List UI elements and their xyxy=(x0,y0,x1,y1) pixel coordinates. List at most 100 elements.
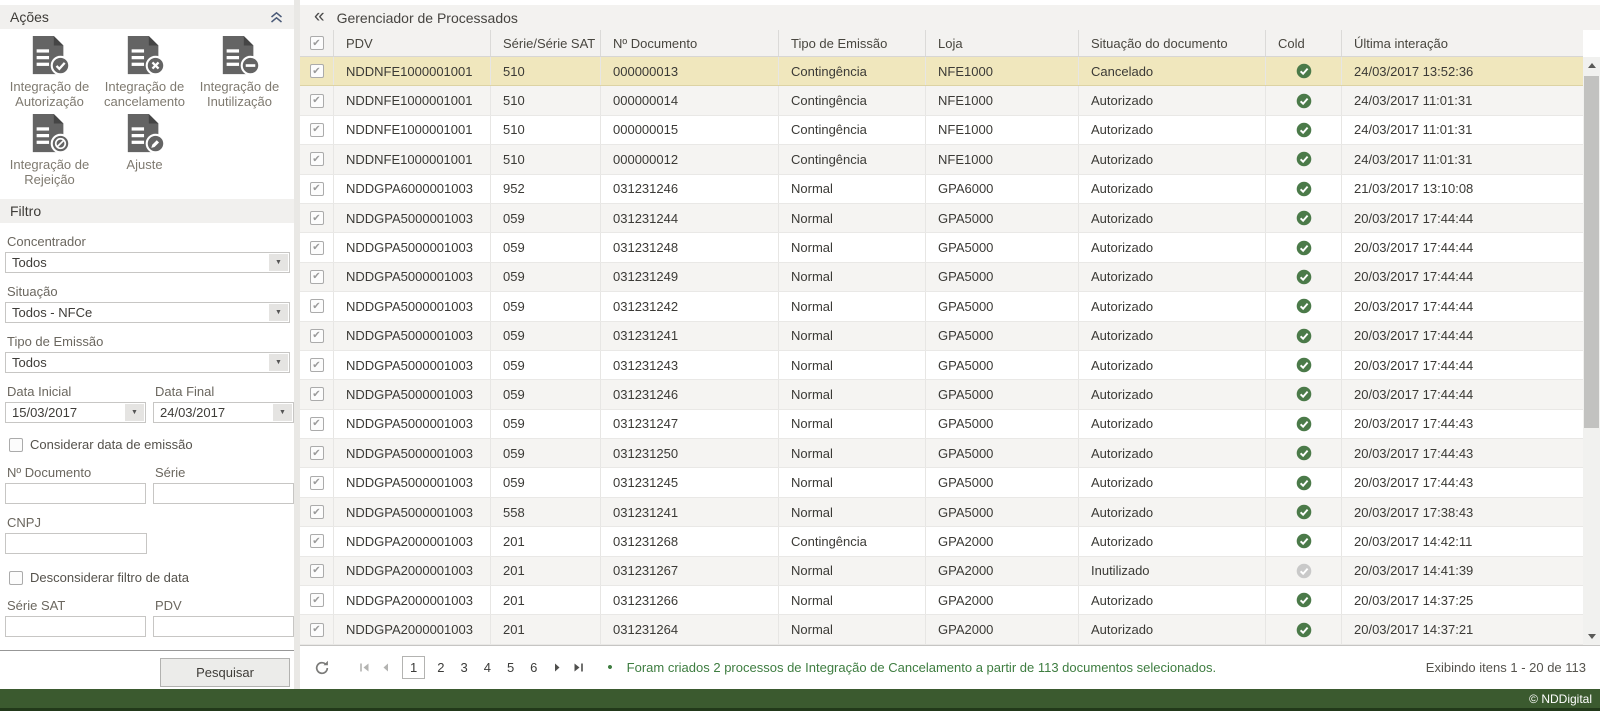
page-number-4[interactable]: 4 xyxy=(481,657,494,678)
table-row[interactable]: NDDNFE1000001001 510 000000015 Contingên… xyxy=(300,116,1583,145)
cold-check-icon xyxy=(1296,533,1312,549)
refresh-icon[interactable] xyxy=(314,660,330,676)
cnpj-input[interactable] xyxy=(5,533,147,554)
action-integracao-cancelamento[interactable]: Integração de cancelamento xyxy=(97,35,192,109)
page-number-6[interactable]: 6 xyxy=(527,657,540,678)
page-number-3[interactable]: 3 xyxy=(457,657,470,678)
table-row[interactable]: NDDGPA2000001003 201 031231267 Normal GP… xyxy=(300,557,1583,586)
row-checkbox[interactable] xyxy=(310,593,324,607)
action-integracao-autorizacao[interactable]: Integração de Autorização xyxy=(2,35,97,109)
row-checkbox[interactable] xyxy=(310,476,324,490)
filter-title: Filtro xyxy=(10,203,41,219)
pesquisar-button[interactable]: Pesquisar xyxy=(160,658,290,687)
action-ajuste[interactable]: Ajuste xyxy=(97,113,192,187)
row-checkbox[interactable] xyxy=(310,152,324,166)
action-integracao-rejeicao[interactable]: Integração de Rejeição xyxy=(2,113,97,187)
table-row[interactable]: NDDNFE1000001001 510 000000014 Contingên… xyxy=(300,86,1583,115)
first-page-icon[interactable] xyxy=(354,662,375,673)
cell-serie-sat: 059 xyxy=(490,233,600,261)
column-header-serie-sat[interactable]: Série/Série SAT xyxy=(490,30,600,56)
cell-ultima-interacao: 20/03/2017 14:37:21 xyxy=(1341,615,1583,643)
table-row[interactable]: NDDGPA2000001003 201 031231264 Normal GP… xyxy=(300,615,1583,644)
n-documento-input[interactable] xyxy=(5,483,146,504)
column-header-loja[interactable]: Loja xyxy=(925,30,1078,56)
cold-check-icon xyxy=(1296,592,1312,608)
last-page-icon[interactable] xyxy=(568,662,589,673)
table-row[interactable]: NDDGPA2000001003 201 031231266 Normal GP… xyxy=(300,586,1583,615)
filter-section-header: Filtro xyxy=(0,199,294,223)
page-number-1[interactable]: 1 xyxy=(402,656,425,679)
cell-tipo-emissao: Contingência xyxy=(778,86,925,114)
row-checkbox[interactable] xyxy=(310,329,324,343)
row-checkbox[interactable] xyxy=(310,241,324,255)
table-row[interactable]: NDDGPA5000001003 059 031231241 Normal GP… xyxy=(300,322,1583,351)
previous-page-icon[interactable] xyxy=(375,662,396,673)
table-row[interactable]: NDDGPA5000001003 059 031231248 Normal GP… xyxy=(300,233,1583,262)
table-row[interactable]: NDDGPA5000001003 059 031231242 Normal GP… xyxy=(300,292,1583,321)
next-page-icon[interactable] xyxy=(547,662,568,673)
cell-serie-sat: 510 xyxy=(490,145,600,173)
column-header-n-documento[interactable]: Nº Documento xyxy=(600,30,778,56)
row-checkbox[interactable] xyxy=(310,387,324,401)
row-checkbox[interactable] xyxy=(310,446,324,460)
table-row[interactable]: NDDGPA5000001003 059 031231247 Normal GP… xyxy=(300,410,1583,439)
column-header-pdv[interactable]: PDV xyxy=(333,30,490,56)
cell-loja: GPA5000 xyxy=(925,322,1078,350)
scroll-up-icon[interactable] xyxy=(1583,57,1600,74)
row-checkbox[interactable] xyxy=(310,299,324,313)
serie-sat-label: Série SAT xyxy=(7,598,146,613)
cell-ultima-interacao: 20/03/2017 14:37:25 xyxy=(1341,586,1583,614)
collapse-up-icon[interactable] xyxy=(269,11,284,24)
page-number-5[interactable]: 5 xyxy=(504,657,517,678)
scrollbar-thumb[interactable] xyxy=(1584,76,1599,428)
table-row[interactable]: NDDGPA5000001003 558 031231241 Normal GP… xyxy=(300,498,1583,527)
tipo-emissao-select[interactable]: Todos ▼ xyxy=(5,352,290,373)
page-number-2[interactable]: 2 xyxy=(434,657,447,678)
serie-sat-input[interactable] xyxy=(5,616,146,637)
table-row[interactable]: NDDGPA5000001003 059 031231244 Normal GP… xyxy=(300,204,1583,233)
row-checkbox[interactable] xyxy=(310,182,324,196)
desconsiderar-filtro-checkbox[interactable] xyxy=(9,571,23,585)
select-all-checkbox[interactable] xyxy=(310,36,324,50)
row-checkbox[interactable] xyxy=(310,270,324,284)
situacao-select[interactable]: Todos - NFCe ▼ xyxy=(5,302,290,323)
column-header-tipo-emissao[interactable]: Tipo de Emissão xyxy=(778,30,925,56)
table-row[interactable]: NDDGPA5000001003 059 031231246 Normal GP… xyxy=(300,380,1583,409)
table-row[interactable]: NDDGPA5000001003 059 031231243 Normal GP… xyxy=(300,351,1583,380)
column-header-situacao[interactable]: Situação do documento xyxy=(1078,30,1265,56)
cell-tipo-emissao: Normal xyxy=(778,468,925,496)
column-header-cold[interactable]: Cold xyxy=(1265,30,1341,56)
row-checkbox[interactable] xyxy=(310,534,324,548)
data-final-combo[interactable]: 24/03/2017 ▼ xyxy=(153,402,294,423)
serie-input[interactable] xyxy=(153,483,294,504)
table-row[interactable]: NDDGPA2000001003 201 031231268 Contingên… xyxy=(300,527,1583,556)
column-header-ultima-interacao[interactable]: Última interação xyxy=(1341,30,1583,56)
table-row[interactable]: NDDNFE1000001001 510 000000012 Contingên… xyxy=(300,145,1583,174)
cell-ultima-interacao: 24/03/2017 11:01:31 xyxy=(1341,116,1583,144)
vertical-scrollbar[interactable] xyxy=(1583,57,1600,645)
row-checkbox[interactable] xyxy=(310,564,324,578)
table-row[interactable]: NDDNFE1000001001 510 000000013 Contingên… xyxy=(300,57,1583,86)
table-row[interactable]: NDDGPA5000001003 059 031231245 Normal GP… xyxy=(300,468,1583,497)
collapse-left-icon[interactable]: « xyxy=(314,7,325,26)
row-checkbox[interactable] xyxy=(310,64,324,78)
table-row[interactable]: NDDGPA5000001003 059 031231250 Normal GP… xyxy=(300,439,1583,468)
table-row[interactable]: NDDGPA6000001003 952 031231246 Normal GP… xyxy=(300,175,1583,204)
considerar-data-checkbox[interactable] xyxy=(9,438,23,452)
cold-check-icon xyxy=(1296,122,1312,138)
data-inicial-combo[interactable]: 15/03/2017 ▼ xyxy=(5,402,146,423)
scroll-down-icon[interactable] xyxy=(1583,628,1600,645)
cell-n-documento: 031231241 xyxy=(600,498,778,526)
concentrador-select[interactable]: Todos ▼ xyxy=(5,252,290,273)
row-checkbox[interactable] xyxy=(310,623,324,637)
row-checkbox[interactable] xyxy=(310,94,324,108)
action-integracao-inutilizacao[interactable]: Integração de Inutilização xyxy=(192,35,287,109)
row-checkbox[interactable] xyxy=(310,505,324,519)
row-checkbox[interactable] xyxy=(310,123,324,137)
row-checkbox[interactable] xyxy=(310,211,324,225)
table-row[interactable]: NDDGPA5000001003 059 031231249 Normal GP… xyxy=(300,263,1583,292)
cell-situacao: Inutilizado xyxy=(1078,557,1265,585)
row-checkbox[interactable] xyxy=(310,417,324,431)
pdv-input[interactable] xyxy=(153,616,294,637)
row-checkbox[interactable] xyxy=(310,358,324,372)
